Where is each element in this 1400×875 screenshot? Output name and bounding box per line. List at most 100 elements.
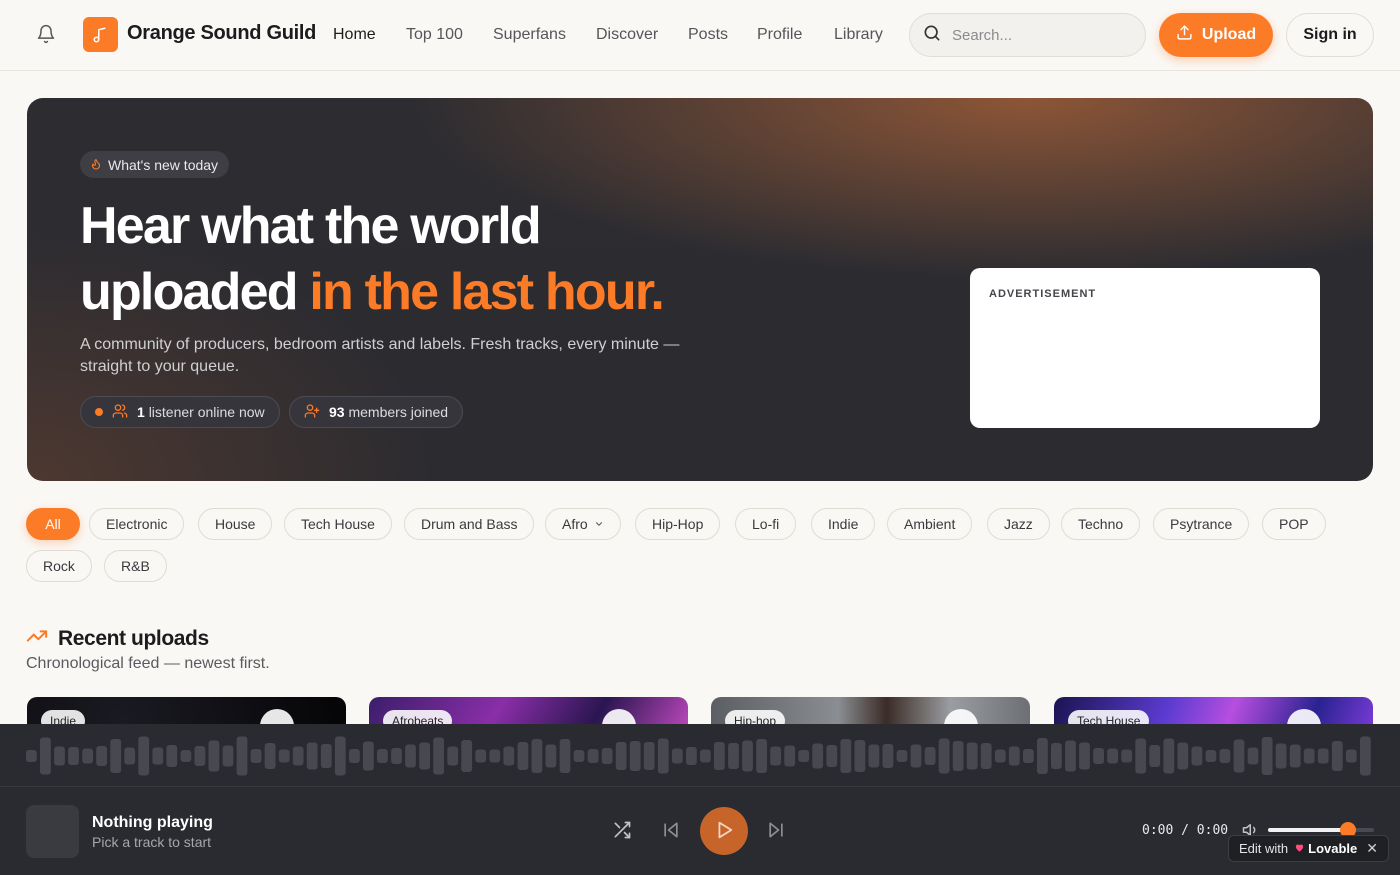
live-dot: [95, 408, 103, 416]
waveform-bar: [629, 741, 641, 771]
search-input[interactable]: [952, 26, 1122, 44]
genre-chip-electronic[interactable]: Electronic: [89, 508, 185, 540]
waveform-bar: [1149, 745, 1161, 767]
hero-subtitle: A community of producers, bedroom artist…: [80, 336, 680, 375]
waveform-bar: [96, 746, 107, 766]
waveform-bar: [461, 740, 473, 772]
waveform-bar: [1107, 748, 1118, 764]
track-cover: [26, 805, 79, 858]
nav-home[interactable]: Home: [333, 26, 376, 44]
waveform-bar: [1289, 744, 1301, 768]
waveform-bar: [840, 739, 852, 773]
users-icon: [112, 403, 128, 422]
top-header: Orange Sound Guild Home Top 100 Superfan…: [0, 0, 1400, 71]
shuffle-button[interactable]: [612, 820, 632, 843]
flame-icon: [90, 157, 102, 173]
waveform-bar: [643, 742, 655, 770]
play-button[interactable]: [700, 807, 748, 855]
waveform-bar: [82, 748, 93, 764]
waveform-bar: [54, 746, 65, 766]
hero-title-accent: in the last hour.: [309, 263, 664, 321]
upload-icon: [1176, 24, 1193, 46]
genre-chip-techno[interactable]: Techno: [1061, 508, 1141, 540]
waveform-bar: [573, 750, 585, 762]
search-icon: [922, 23, 942, 48]
waveform-bar: [1205, 750, 1217, 762]
waveform-bar: [770, 746, 781, 766]
genre-chip-jazz[interactable]: Jazz: [987, 508, 1050, 540]
nav-library[interactable]: Library: [834, 26, 883, 44]
genre-chip-house[interactable]: House: [198, 508, 273, 540]
skip-forward-icon: [766, 820, 786, 843]
search-box[interactable]: [909, 13, 1146, 57]
waveform-bar: [391, 748, 402, 764]
playback-time: 0:00 / 0:00: [1142, 823, 1229, 838]
previous-button[interactable]: [661, 820, 681, 843]
waveform-bar: [306, 742, 318, 770]
waveform-bar: [1191, 746, 1203, 766]
waveform-bar: [517, 742, 529, 770]
waveform-bar: [1135, 738, 1147, 774]
waveform-bar: [910, 744, 922, 768]
waveform-bar: [994, 749, 1006, 763]
genre-chip-pop[interactable]: POP: [1262, 508, 1326, 540]
chevron-down-icon: [594, 516, 604, 532]
genre-chip-hip-hop[interactable]: Hip-Hop: [635, 508, 721, 540]
waveform-bar: [194, 746, 206, 766]
waveform-bar: [110, 739, 122, 773]
lovable-brand-label: Lovable: [1308, 841, 1358, 856]
nav-top-100[interactable]: Top 100: [406, 26, 463, 44]
waveform[interactable]: [26, 734, 1374, 778]
waveform-bar: [40, 737, 51, 775]
close-icon[interactable]: ✕: [1366, 840, 1378, 857]
hero-title-line1: Hear what the world: [80, 197, 542, 255]
genre-chip-drum-and-bass[interactable]: Drum and Bass: [404, 508, 535, 540]
hero-title-line2: uploaded: [80, 263, 299, 321]
genre-chip-tech-house[interactable]: Tech House: [284, 508, 392, 540]
waveform-bar: [419, 742, 430, 770]
lovable-prefix: Edit with: [1239, 841, 1289, 856]
trending-up-icon: [26, 625, 48, 652]
whats-new-label: What's new today: [108, 156, 219, 173]
waveform-bar: [882, 744, 894, 768]
genre-chip-indie[interactable]: Indie: [811, 508, 876, 540]
next-button[interactable]: [766, 820, 786, 843]
nav-posts[interactable]: Posts: [688, 26, 728, 44]
genre-chip-lo-fi[interactable]: Lo-fi: [735, 508, 797, 540]
genre-chip-afro[interactable]: Afro: [545, 508, 621, 540]
waveform-bar: [686, 747, 697, 765]
waveform-bar: [1008, 746, 1020, 766]
nav-profile[interactable]: Profile: [757, 26, 802, 44]
logo-icon[interactable]: [83, 17, 118, 52]
waveform-bar: [26, 750, 37, 762]
nav-discover[interactable]: Discover: [596, 26, 658, 44]
members-count: 93: [329, 404, 345, 420]
waveform-bar: [812, 743, 824, 769]
nav-superfans[interactable]: Superfans: [493, 26, 566, 44]
volume-fill: [1268, 828, 1348, 832]
waveform-bar: [1079, 742, 1090, 770]
sign-in-button[interactable]: Sign in: [1286, 13, 1374, 57]
volume-slider[interactable]: [1268, 822, 1374, 838]
waveform-bar: [854, 740, 866, 772]
waveform-bar: [1275, 743, 1287, 769]
bell-icon[interactable]: [36, 24, 60, 48]
player-divider: [0, 786, 1400, 787]
genre-chip-rock[interactable]: Rock: [26, 550, 92, 582]
genre-chip-ambient[interactable]: Ambient: [887, 508, 973, 540]
genre-chip-all[interactable]: All: [26, 508, 80, 540]
waveform-bar: [489, 749, 501, 763]
hero-banner: What's new today Hear what the world upl…: [27, 98, 1373, 481]
brand-name[interactable]: Orange Sound Guild: [127, 22, 316, 45]
waveform-bar: [138, 736, 150, 776]
listeners-count: 1: [137, 404, 145, 420]
waveform-bar: [1023, 749, 1034, 763]
upload-button[interactable]: Upload: [1159, 13, 1273, 57]
waveform-bar: [966, 742, 978, 770]
genre-chip-rnb[interactable]: R&B: [104, 550, 167, 582]
advertisement-box[interactable]: ADVERTISEMENT: [970, 268, 1320, 428]
genre-chip-psytrance[interactable]: Psytrance: [1153, 508, 1250, 540]
audio-player: Nothing playing Pick a track to start 0:…: [0, 724, 1400, 875]
waveform-bar: [657, 738, 669, 774]
edit-with-lovable-badge[interactable]: Edit with Lovable ✕: [1228, 835, 1389, 862]
